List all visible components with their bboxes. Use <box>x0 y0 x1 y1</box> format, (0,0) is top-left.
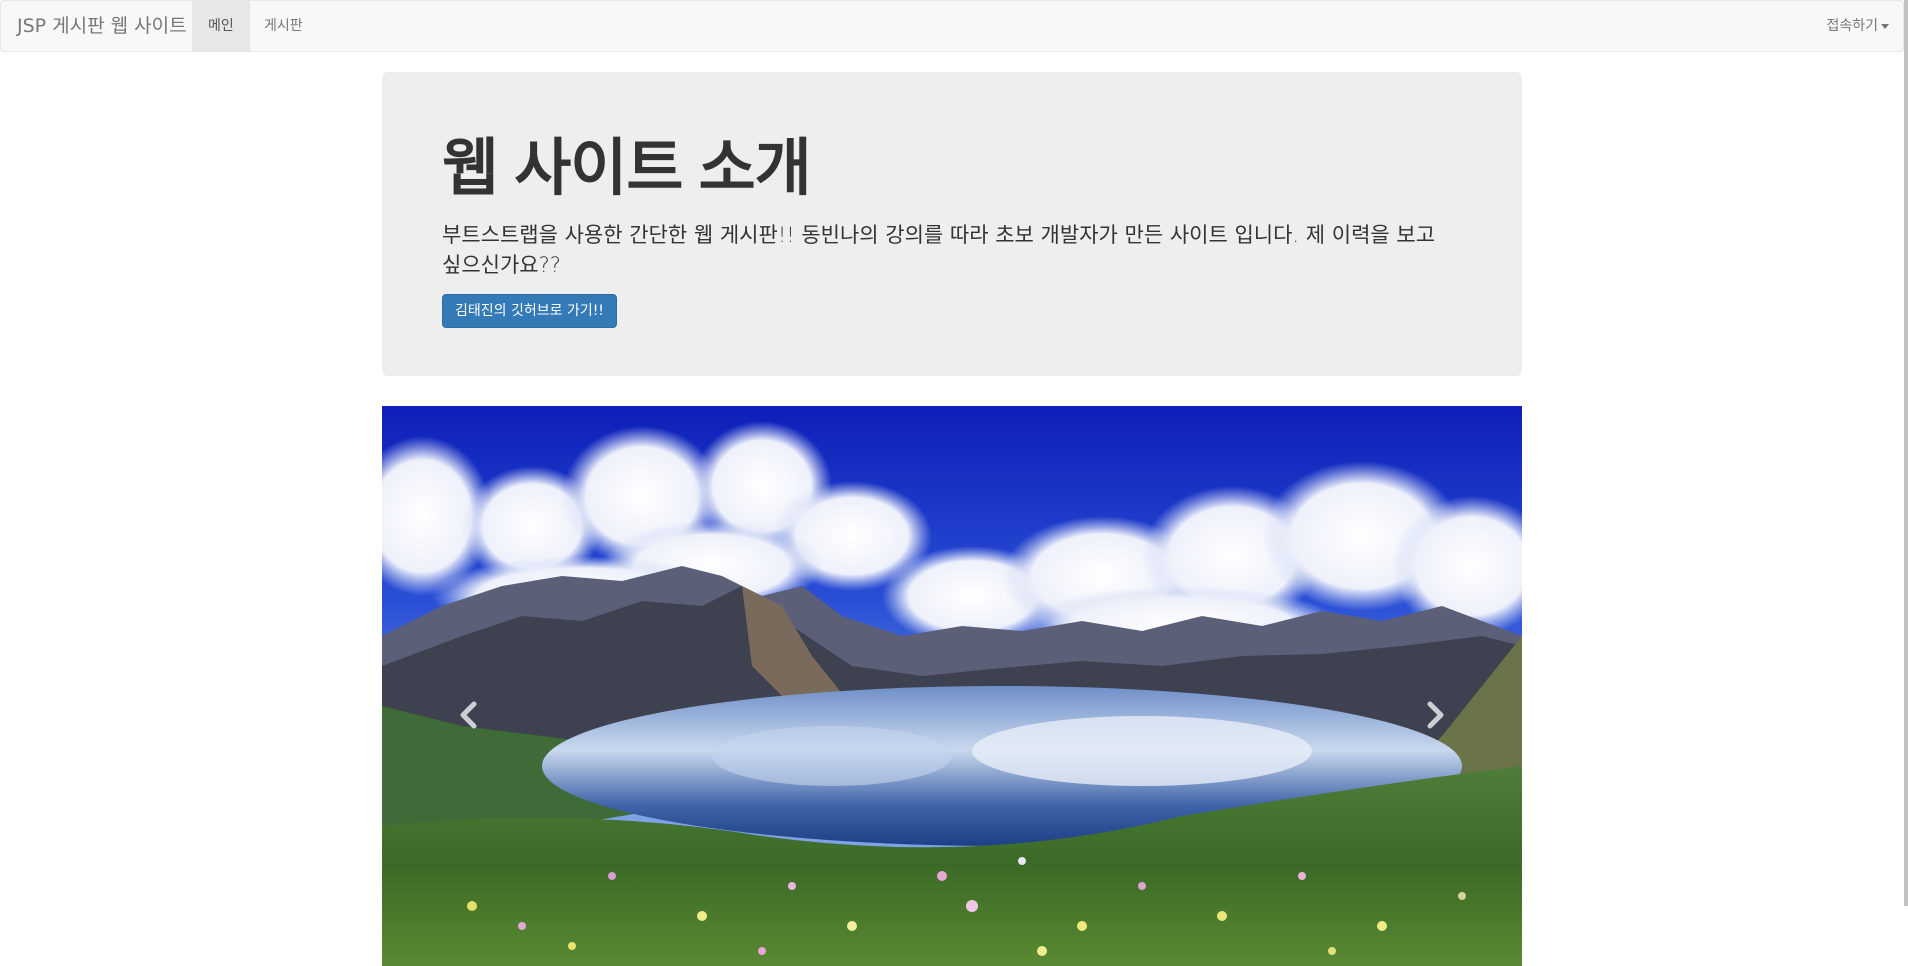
navbar-brand[interactable]: JSP 게시판 웹 사이트 <box>17 1 187 51</box>
jumbotron-title: 웹 사이트 소개 <box>442 134 812 203</box>
navbar: JSP 게시판 웹 사이트 메인 게시판 접속하기 <box>0 0 1904 52</box>
jumbotron: 웹 사이트 소개 부트스트랩을 사용한 간단한 웹 게시판!! 동빈나의 강의를… <box>382 72 1522 376</box>
vertical-scrollbar[interactable] <box>1904 0 1908 906</box>
nav-item-main[interactable]: 메인 <box>192 1 250 51</box>
chevron-left-icon <box>460 701 477 729</box>
nav-item-board[interactable]: 게시판 <box>248 1 319 51</box>
image-carousel <box>382 406 1522 966</box>
carousel-prev-button[interactable] <box>382 406 552 966</box>
carousel-image <box>382 406 1522 966</box>
jumbotron-description: 부트스트랩을 사용한 간단한 웹 게시판!! 동빈나의 강의를 따라 초보 개발… <box>442 223 1436 277</box>
connect-dropdown[interactable]: 접속하기 <box>1810 1 1889 51</box>
connect-dropdown-label: 접속하기 <box>1826 18 1878 34</box>
chevron-right-icon <box>1427 701 1444 729</box>
carousel-next-button[interactable] <box>1352 406 1522 966</box>
github-link-button[interactable]: 김태진의 깃허브로 가기!! <box>442 294 617 328</box>
caret-down-icon <box>1881 23 1889 29</box>
